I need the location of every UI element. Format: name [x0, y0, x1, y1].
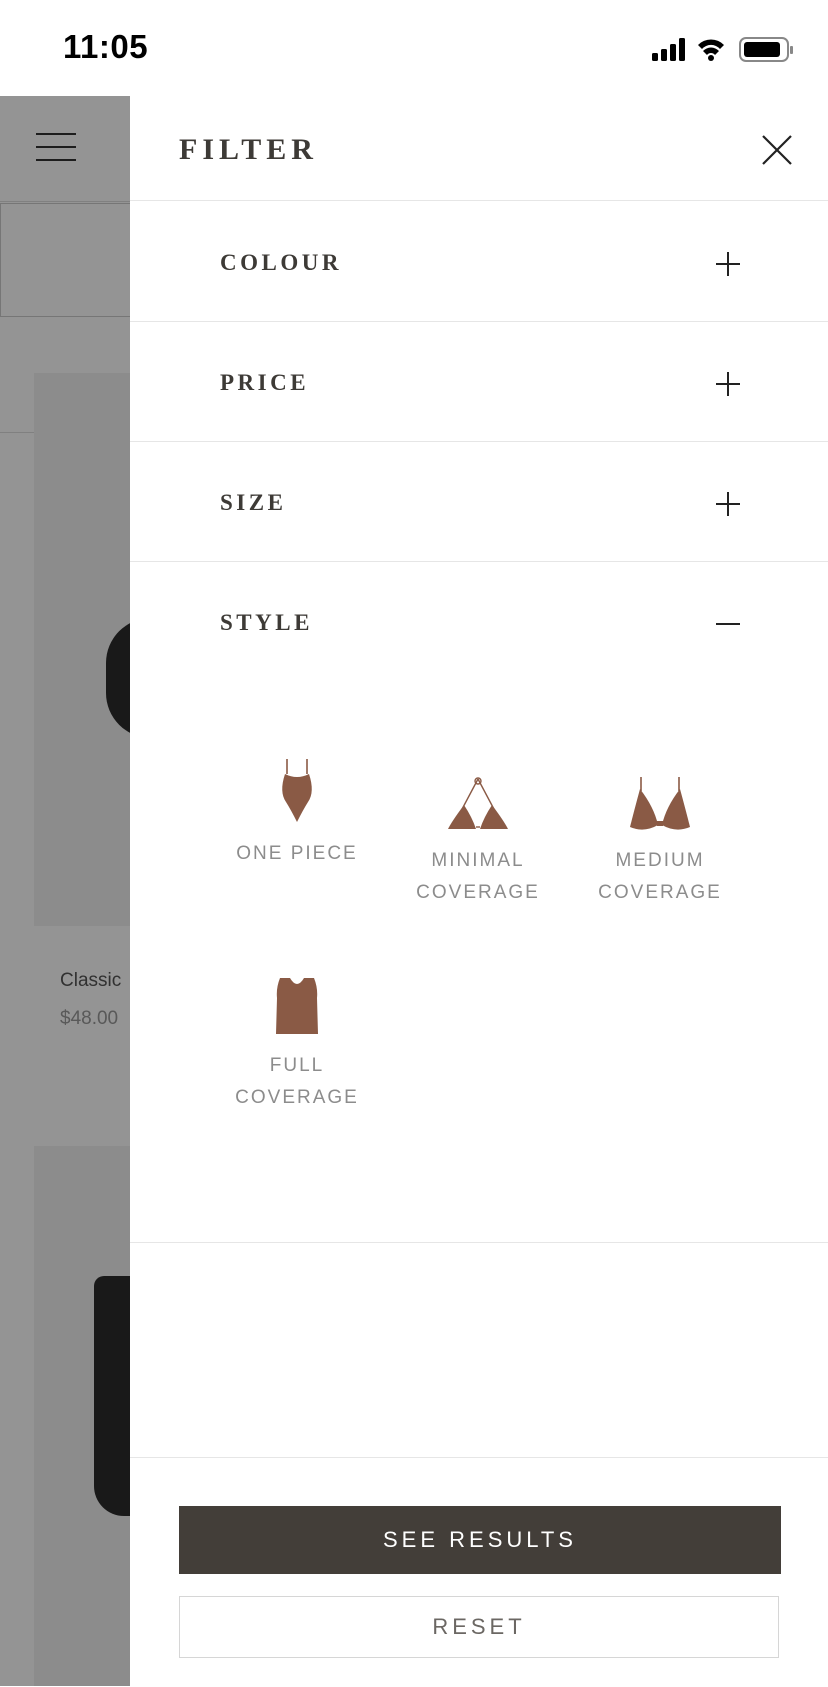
reset-button[interactable]: RESET [179, 1596, 779, 1658]
section-label: COLOUR [220, 250, 342, 275]
one-piece-swimsuit-icon [282, 759, 312, 822]
filter-footer: SEE RESULTS RESET [130, 1457, 828, 1687]
plus-icon[interactable] [715, 491, 741, 517]
filter-drawer: FILTER COLOUR PRICE SIZE STYLE ONE PIECE… [130, 96, 828, 1686]
style-option-label: MINIMAL COVERAGE [416, 850, 540, 903]
style-option-label: FULL COVERAGE [235, 1055, 359, 1108]
see-results-button[interactable]: SEE RESULTS [179, 1506, 781, 1574]
section-label: PRICE [220, 370, 310, 395]
style-option-one-piece[interactable]: ONE PIECE [217, 758, 377, 870]
style-option-full-coverage[interactable]: FULL COVERAGE [217, 974, 377, 1114]
filter-section-colour[interactable]: COLOUR [130, 201, 828, 322]
style-option-medium-coverage[interactable]: MEDIUM COVERAGE [580, 775, 740, 909]
status-bar: 11:05 [0, 0, 828, 96]
status-time: 11:05 [63, 28, 149, 65]
filter-section-price[interactable]: PRICE [130, 322, 828, 442]
plus-icon[interactable] [715, 371, 741, 397]
triangle-bikini-top-icon [448, 777, 508, 829]
wifi-icon [698, 39, 724, 61]
section-label: SIZE [220, 490, 287, 515]
style-option-label: MEDIUM COVERAGE [598, 850, 722, 903]
signal-icon [652, 38, 685, 61]
style-option-label: ONE PIECE [236, 843, 358, 864]
underwire-bikini-top-icon [630, 777, 690, 830]
filter-title: FILTER [179, 133, 318, 166]
crop-top-icon [276, 978, 318, 1034]
filter-header: FILTER [130, 96, 828, 201]
battery-icon [739, 37, 793, 62]
style-option-minimal-coverage[interactable]: MINIMAL COVERAGE [398, 775, 558, 909]
plus-icon[interactable] [715, 251, 741, 277]
minus-icon[interactable] [715, 611, 741, 637]
status-icons [652, 37, 793, 62]
close-icon[interactable] [760, 133, 794, 167]
filter-section-style: STYLE ONE PIECE MINIMAL COVERAGE MEDIUM … [130, 562, 828, 1243]
section-label: STYLE [220, 610, 313, 635]
filter-section-size[interactable]: SIZE [130, 442, 828, 562]
